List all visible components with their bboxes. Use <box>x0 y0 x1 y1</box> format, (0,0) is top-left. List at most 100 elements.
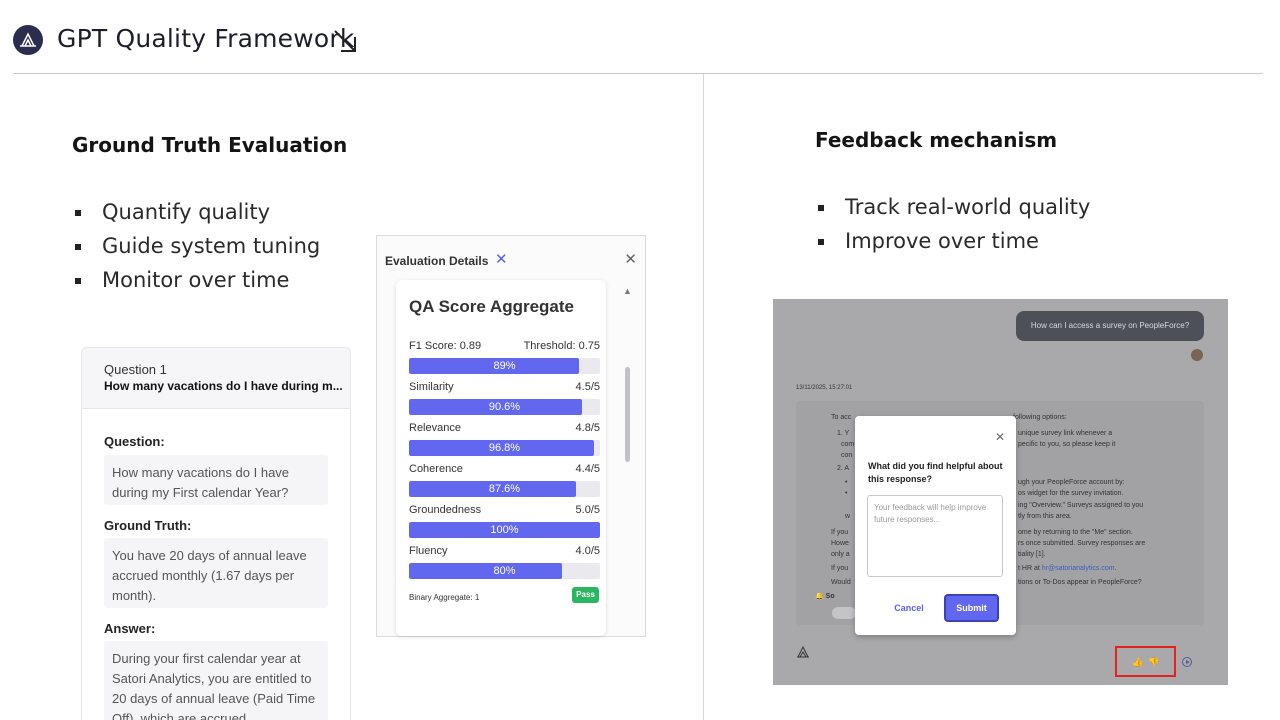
chat-screenshot: How can I access a survey on PeopleForce… <box>773 299 1228 685</box>
qa-score-card: QA Score Aggregate F1 Score: 0.89 Thresh… <box>396 280 606 636</box>
qa-score-title: QA Score Aggregate <box>409 297 575 316</box>
answer-text: To acc <box>831 414 852 421</box>
answer-text: pecific to you, so please keep it <box>1018 441 1116 448</box>
answer-text: con <box>841 452 853 459</box>
answer-text: tions or To-Dos appear in PeopleForce? <box>1018 579 1142 586</box>
progress-label: 90.6% <box>488 401 521 413</box>
thumbs-up-icon[interactable]: 👍 <box>1132 657 1143 668</box>
answer-text: If you <box>831 529 849 536</box>
question-card: Question 1 How many vacations do I have … <box>81 347 351 720</box>
metric-name: Relevance <box>409 422 461 434</box>
answer-text: ugh your PeopleForce account by: <box>1018 479 1125 486</box>
answer-text: t HR at hr@satorianalytics.com. <box>1018 565 1117 572</box>
sources-label: 🔔 So <box>815 592 835 600</box>
answer-text: Howe <box>831 540 849 547</box>
progress-label: 80% <box>493 565 516 577</box>
answer-text: • <box>845 490 848 497</box>
feedback-question: What did you find helpful about this res… <box>868 461 1003 484</box>
f1-metric: F1 Score: 0.89 Threshold: 0.75 89% <box>409 339 600 374</box>
close-icon[interactable]: ✕ <box>995 430 1005 444</box>
scrollbar-thumb[interactable] <box>625 367 630 462</box>
fluency-metric: Fluency 4.0/5 80% <box>409 544 600 579</box>
answer-text: tly from this area. <box>1018 513 1072 520</box>
feedback-textarea[interactable]: Your feedback will help improve future r… <box>867 495 1003 577</box>
metric-score: 5.0/5 <box>575 504 600 516</box>
play-icon[interactable] <box>1182 657 1192 667</box>
answer-text: following options: <box>1013 414 1067 421</box>
progress-track: 100% <box>409 522 600 538</box>
feedback-title: Feedback mechanism <box>815 128 1058 152</box>
threshold-label: Threshold: 0.75 <box>523 340 600 352</box>
progress-label: 89% <box>493 360 516 372</box>
answer-text: Would <box>831 579 851 586</box>
answer-text: • <box>845 479 848 486</box>
binary-aggregate-label: Binary Aggregate: 1 <box>409 593 480 602</box>
thumbs-down-icon[interactable]: 👎 <box>1148 657 1159 668</box>
answer-text: os widget for the survey invitation. <box>1018 490 1124 497</box>
progress-track: 96.8% <box>409 440 600 456</box>
metric-name: Fluency <box>409 545 448 557</box>
submit-button[interactable]: Submit <box>944 594 999 622</box>
question-title: How many vacations do I have during m... <box>104 379 343 393</box>
progress-label: 87.6% <box>488 483 521 495</box>
message-timestamp: 13/11/2025, 15:27:01 <box>796 385 853 391</box>
avatar <box>1191 349 1203 361</box>
answer-text: During your first calendar year at Sator… <box>104 641 328 720</box>
hr-email-link[interactable]: hr@satorianalytics.com <box>1042 565 1115 572</box>
metric-name: Similarity <box>409 381 454 393</box>
feedback-modal: ✕ What did you find helpful about this r… <box>855 416 1016 635</box>
metric-name: Groundedness <box>409 504 482 516</box>
close-icon[interactable]: ✕ <box>624 250 637 268</box>
user-message: How can I access a survey on PeopleForce… <box>1016 311 1204 341</box>
progress-label: 96.8% <box>488 442 521 454</box>
answer-text: If you <box>831 565 849 572</box>
answer-text: unique survey link whenever a <box>1018 430 1113 437</box>
answer-text: 1. Y <box>837 430 850 437</box>
ground-truth-bullets: Quantify quality Guide system tuning Mon… <box>72 195 320 297</box>
metric-score: 4.8/5 <box>575 422 600 434</box>
metric-score: 4.0/5 <box>575 545 600 557</box>
header-divider <box>13 73 1263 74</box>
progress-track: 89% <box>409 358 600 374</box>
answer-text: com <box>841 441 855 448</box>
answer-text: w <box>845 513 851 520</box>
arrow-down-right-icon <box>330 26 360 56</box>
question-number: Question 1 <box>104 362 167 377</box>
cancel-button[interactable]: Cancel <box>881 596 937 620</box>
answer-label: Answer: <box>104 621 156 636</box>
metric-score: 4.4/5 <box>575 463 600 475</box>
answer-text: . <box>1114 565 1117 572</box>
similarity-metric: Similarity 4.5/5 90.6% <box>409 380 600 415</box>
question-text: How many vacations do I have during my F… <box>104 455 328 505</box>
sources-text: So <box>825 593 835 600</box>
bullet-item: Track real-world quality <box>815 190 1090 224</box>
bullet-item: Improve over time <box>815 224 1090 258</box>
progress-track: 80% <box>409 563 600 579</box>
progress-track: 90.6% <box>409 399 600 415</box>
f1-score-label: F1 Score: 0.89 <box>409 340 482 352</box>
bullet-item: Guide system tuning <box>72 229 320 263</box>
evaluation-panel: Evaluation Details ✕ ✕ QA Score Aggregat… <box>376 235 646 637</box>
ground-truth-title: Ground Truth Evaluation <box>72 133 348 157</box>
source-chip[interactable] <box>832 607 856 619</box>
scroll-up-icon[interactable]: ▲ <box>623 286 632 296</box>
logo-icon <box>13 25 43 55</box>
close-tab-icon[interactable]: ✕ <box>495 250 508 268</box>
bell-icon: 🔔 <box>815 593 824 600</box>
pass-badge: Pass <box>572 587 599 603</box>
progress-label: 100% <box>490 524 519 536</box>
slide-title: GPT Quality Framework <box>57 24 355 53</box>
ground-truth-text: You have 20 days of annual leave accrued… <box>104 538 328 608</box>
evaluation-panel-title: Evaluation Details <box>385 254 489 268</box>
answer-text: 2. A <box>837 465 850 472</box>
metric-name: Coherence <box>409 463 463 475</box>
question-label: Question: <box>104 434 165 449</box>
relevance-metric: Relevance 4.8/5 96.8% <box>409 421 600 456</box>
assistant-logo-icon <box>796 645 810 659</box>
bullet-item: Quantify quality <box>72 195 320 229</box>
feedback-bullets: Track real-world quality Improve over ti… <box>815 190 1090 258</box>
answer-text: only a <box>831 551 850 558</box>
groundedness-metric: Groundedness 5.0/5 100% <box>409 503 600 538</box>
question-card-header[interactable]: Question 1 How many vacations do I have … <box>82 348 350 409</box>
answer-text: tiality [1]. <box>1018 551 1046 558</box>
